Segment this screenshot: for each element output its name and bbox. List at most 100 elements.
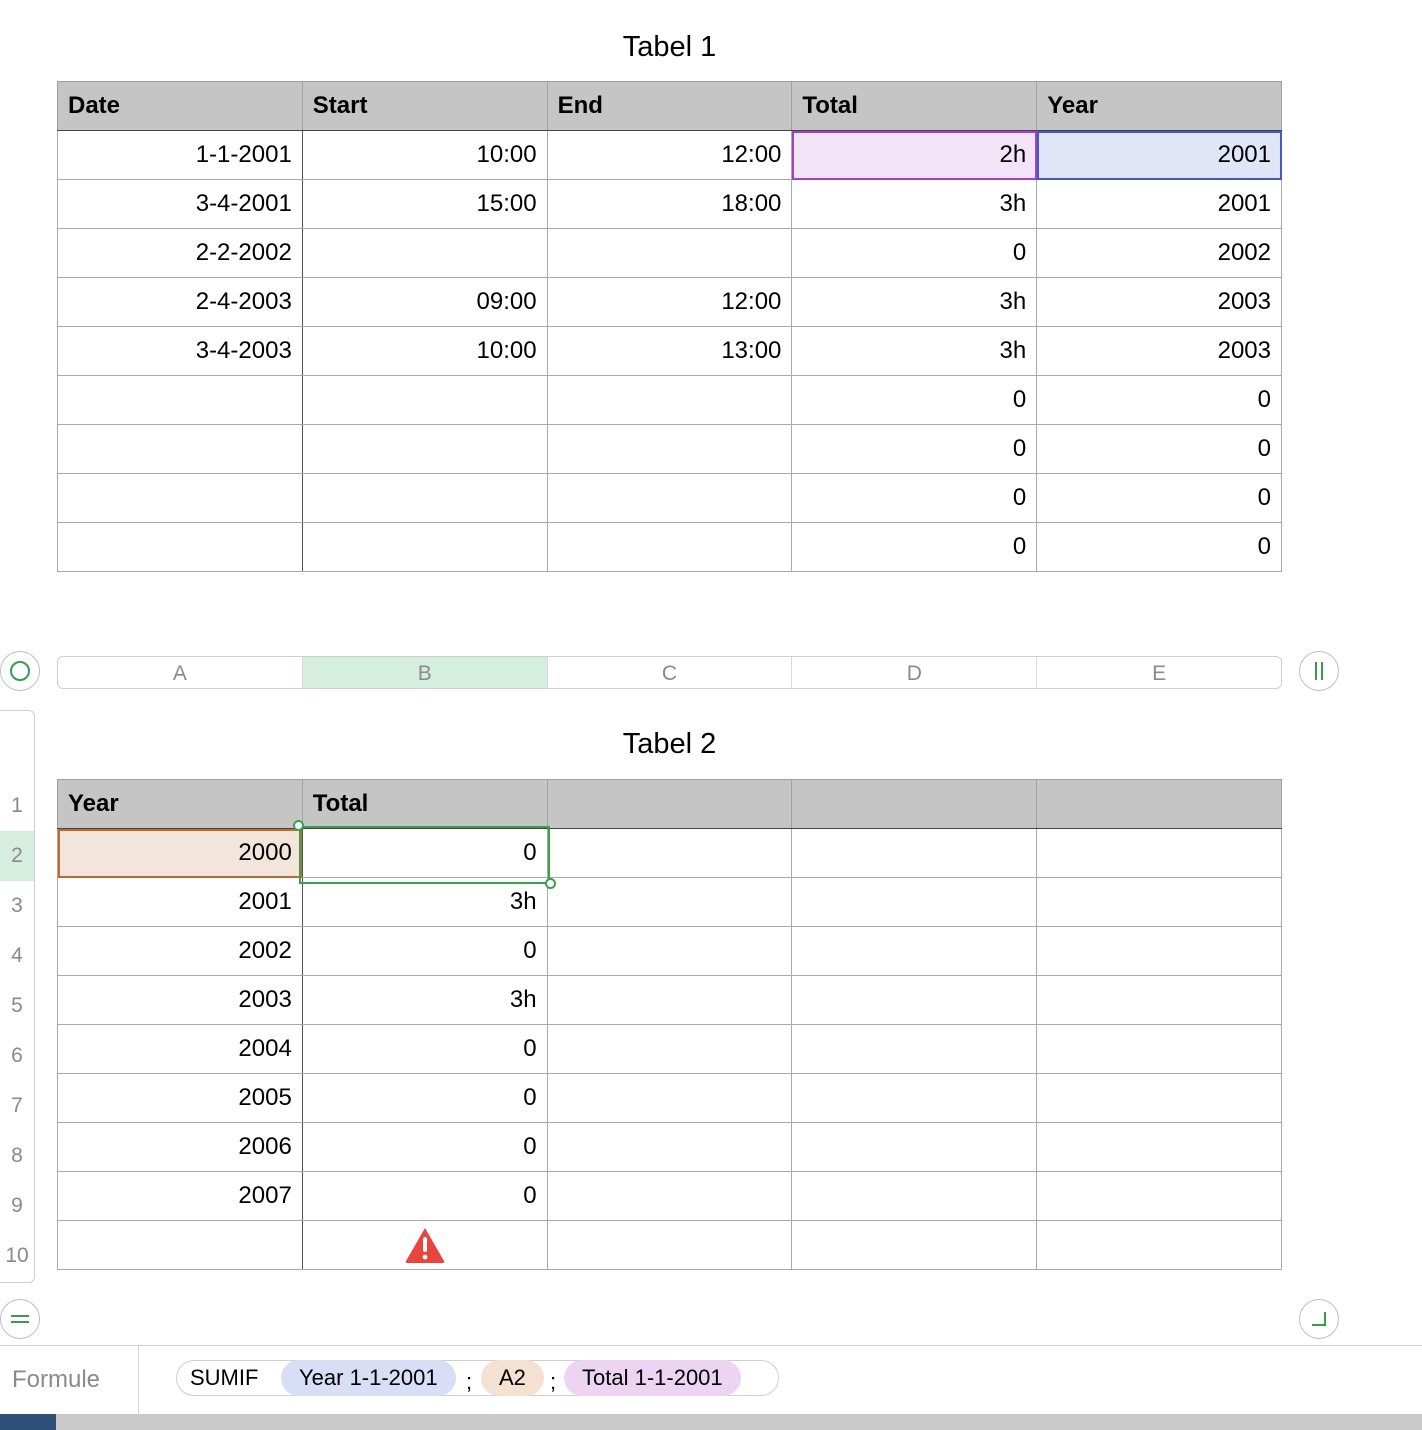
t2-cell[interactable] (1036, 926, 1282, 976)
t2-cell[interactable]: 2004 (57, 1024, 303, 1074)
t1-cell[interactable] (546, 522, 793, 572)
t2-cell[interactable]: 0 (301, 1024, 548, 1074)
t1-cell[interactable]: 0 (1036, 522, 1282, 572)
t1-cell[interactable] (301, 228, 548, 278)
t2-header-d[interactable] (791, 779, 1038, 829)
t1-header-start[interactable]: Start (301, 81, 548, 131)
t1-cell[interactable]: 3h (791, 326, 1038, 376)
t2-cell[interactable] (57, 1220, 303, 1270)
t1-cell[interactable]: 18:00 (546, 179, 793, 229)
column-header-c[interactable]: C (548, 657, 793, 688)
t2-cell[interactable] (546, 1122, 793, 1172)
row-header-10[interactable]: 10 (0, 1231, 34, 1281)
t1-cell[interactable] (301, 375, 548, 425)
row-header-1[interactable]: 1 (0, 781, 34, 831)
t1-cell[interactable]: 10:00 (301, 326, 548, 376)
t2-cell[interactable]: 2007 (57, 1171, 303, 1221)
t2-cell[interactable]: 0 (301, 1171, 548, 1221)
column-header-b[interactable]: B (302, 657, 548, 688)
t1-cell[interactable]: 2002 (1036, 228, 1282, 278)
t1-cell[interactable]: 2003 (1036, 326, 1282, 376)
t2-cell[interactable] (1036, 1073, 1282, 1123)
t2-cell[interactable] (1036, 828, 1282, 878)
t2-cell[interactable] (791, 1024, 1038, 1074)
t2-cell[interactable] (546, 1171, 793, 1221)
t1-cell[interactable]: 0 (1036, 473, 1282, 523)
row-header-8[interactable]: 8 (0, 1131, 34, 1181)
t2-cell[interactable] (1036, 1024, 1282, 1074)
formula-arg-a2[interactable]: A2 (481, 1360, 544, 1396)
t2-cell[interactable]: 0 (301, 1122, 548, 1172)
selection-handle-top-left[interactable] (293, 820, 304, 831)
t1-cell[interactable]: 10:00 (301, 130, 548, 180)
t2-cell[interactable] (791, 1073, 1038, 1123)
row-header-4[interactable]: 4 (0, 931, 34, 981)
t2-cell[interactable] (1036, 1171, 1282, 1221)
t2-cell[interactable] (546, 1024, 793, 1074)
t1-cell[interactable] (546, 424, 793, 474)
t1-header-end[interactable]: End (546, 81, 793, 131)
t1-cell[interactable] (301, 424, 548, 474)
t1-cell[interactable]: 1-1-2001 (57, 130, 303, 180)
t1-cell[interactable]: 0 (1036, 375, 1282, 425)
add-column-handle[interactable] (1299, 651, 1339, 691)
t1-cell[interactable]: 3h (791, 179, 1038, 229)
t1-cell[interactable] (301, 522, 548, 572)
t2-cell-error[interactable] (301, 1220, 548, 1270)
t2-cell[interactable] (791, 877, 1038, 927)
t2-cell[interactable]: 2001 (57, 877, 303, 927)
t2-header-year[interactable]: Year (57, 779, 303, 829)
column-header-e[interactable]: E (1037, 657, 1281, 688)
t2-cell[interactable] (546, 1073, 793, 1123)
t2-cell[interactable]: 3h (301, 975, 548, 1025)
formula-arg-year[interactable]: Year 1-1-2001 (281, 1360, 456, 1396)
t1-cell[interactable] (57, 473, 303, 523)
t1-cell[interactable] (57, 375, 303, 425)
formula-arg-total[interactable]: Total 1-1-2001 (564, 1360, 741, 1396)
t1-cell[interactable] (546, 375, 793, 425)
t1-cell[interactable]: 0 (791, 473, 1038, 523)
row-header-9[interactable]: 9 (0, 1181, 34, 1231)
t2-cell[interactable]: 2005 (57, 1073, 303, 1123)
t1-cell-total-referenced[interactable]: 2h (791, 130, 1038, 180)
t2-cell[interactable]: 3h (301, 877, 548, 927)
row-header-2[interactable]: 2 (0, 831, 34, 881)
t1-cell-year-referenced[interactable]: 2001 (1036, 130, 1282, 180)
t1-cell[interactable]: 0 (791, 375, 1038, 425)
row-header-3[interactable]: 3 (0, 881, 34, 931)
t2-header-total[interactable]: Total (301, 779, 548, 829)
t1-header-total[interactable]: Total (791, 81, 1038, 131)
t1-cell[interactable]: 0 (791, 424, 1038, 474)
t1-cell[interactable]: 3-4-2003 (57, 326, 303, 376)
t1-cell[interactable] (546, 228, 793, 278)
t1-header-date[interactable]: Date (57, 81, 303, 131)
t2-cell[interactable] (791, 1122, 1038, 1172)
row-header-7[interactable]: 7 (0, 1081, 34, 1131)
resize-table-handle[interactable] (1299, 1299, 1339, 1339)
t2-cell[interactable] (1036, 975, 1282, 1025)
t2-cell[interactable] (546, 877, 793, 927)
t2-cell[interactable] (546, 926, 793, 976)
row-header-5[interactable]: 5 (0, 981, 34, 1031)
t1-cell[interactable]: 09:00 (301, 277, 548, 327)
t2-cell[interactable]: 2002 (57, 926, 303, 976)
t1-cell[interactable]: 12:00 (546, 130, 793, 180)
t1-cell[interactable]: 2-2-2002 (57, 228, 303, 278)
t1-cell[interactable]: 2-4-2003 (57, 277, 303, 327)
t1-cell[interactable]: 15:00 (301, 179, 548, 229)
t2-cell[interactable] (1036, 1220, 1282, 1270)
add-row-handle[interactable] (0, 1299, 40, 1339)
t1-cell[interactable] (57, 424, 303, 474)
t2-cell[interactable] (791, 828, 1038, 878)
t1-cell[interactable]: 12:00 (546, 277, 793, 327)
t1-cell[interactable]: 3h (791, 277, 1038, 327)
t2-cell[interactable] (791, 926, 1038, 976)
t1-header-year[interactable]: Year (1036, 81, 1282, 131)
column-header-a[interactable]: A (58, 657, 303, 688)
t1-cell[interactable]: 3-4-2001 (57, 179, 303, 229)
t1-cell[interactable] (546, 473, 793, 523)
t2-cell[interactable]: 0 (301, 1073, 548, 1123)
t1-cell[interactable]: 0 (1036, 424, 1282, 474)
t1-cell[interactable]: 13:00 (546, 326, 793, 376)
t2-cell[interactable] (791, 975, 1038, 1025)
